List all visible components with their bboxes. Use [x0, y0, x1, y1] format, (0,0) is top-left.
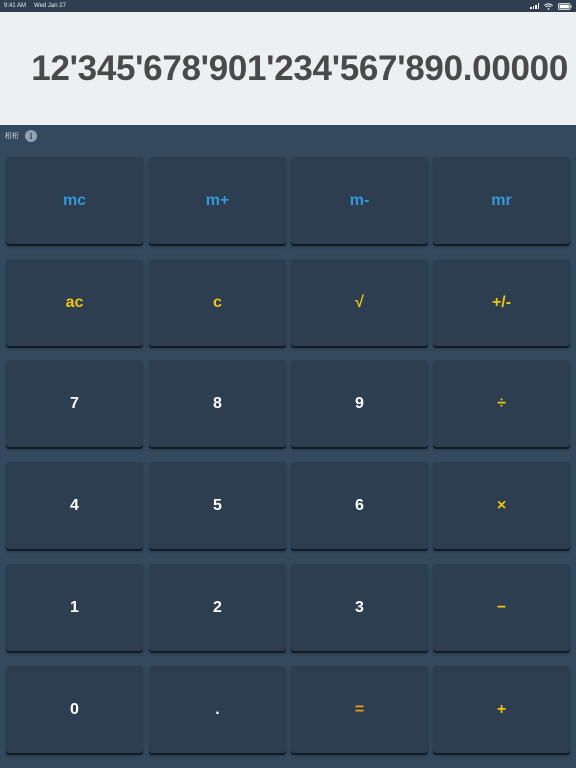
- sign-toggle-button[interactable]: +/-: [433, 259, 570, 346]
- digit-4-button[interactable]: 4: [6, 462, 143, 549]
- signal-icon: [530, 3, 539, 9]
- decimal-point-button[interactable]: .: [149, 666, 286, 753]
- memory-recall-button[interactable]: mr: [433, 157, 570, 244]
- memory-subtract-button[interactable]: m-: [291, 157, 428, 244]
- clear-button[interactable]: c: [149, 259, 286, 346]
- info-icon[interactable]: i: [25, 130, 37, 142]
- digit-0-button[interactable]: 0: [6, 666, 143, 753]
- divide-button[interactable]: ÷: [433, 360, 570, 447]
- status-right: [530, 0, 572, 12]
- digit-3-button[interactable]: 3: [291, 564, 428, 651]
- status-date: Wed Jan 27: [34, 3, 66, 9]
- digit-5-button[interactable]: 5: [149, 462, 286, 549]
- digit-9-button[interactable]: 9: [291, 360, 428, 447]
- multiply-button[interactable]: ×: [433, 462, 570, 549]
- wifi-icon: [544, 2, 553, 10]
- all-clear-button[interactable]: ac: [6, 259, 143, 346]
- digit-1-button[interactable]: 1: [6, 564, 143, 651]
- digit-6-button[interactable]: 6: [291, 462, 428, 549]
- digit-grouping-label: 桁桁: [5, 133, 19, 140]
- status-time: 9:41 AM: [4, 3, 27, 9]
- status-bar: 9:41 AM Wed Jan 27: [0, 0, 576, 12]
- add-button[interactable]: +: [433, 666, 570, 753]
- status-left: 9:41 AM Wed Jan 27: [4, 0, 66, 12]
- digit-2-button[interactable]: 2: [149, 564, 286, 651]
- digit-8-button[interactable]: 8: [149, 360, 286, 447]
- memory-clear-button[interactable]: mc: [6, 157, 143, 244]
- square-root-button[interactable]: √: [291, 259, 428, 346]
- digit-7-button[interactable]: 7: [6, 360, 143, 447]
- memory-add-button[interactable]: m+: [149, 157, 286, 244]
- display-value: 12'345'678'901'234'567'890.00000: [31, 49, 568, 88]
- keypad: mc m+ m- mr ac c √ +/- 7 8 9 ÷ 4 5 6 × 1…: [0, 146, 576, 768]
- mode-row: 桁桁 i: [0, 126, 576, 146]
- equals-button[interactable]: =: [291, 666, 428, 753]
- result-display: 12'345'678'901'234'567'890.00000: [0, 12, 576, 125]
- subtract-button[interactable]: −: [433, 564, 570, 651]
- battery-icon: [558, 2, 572, 10]
